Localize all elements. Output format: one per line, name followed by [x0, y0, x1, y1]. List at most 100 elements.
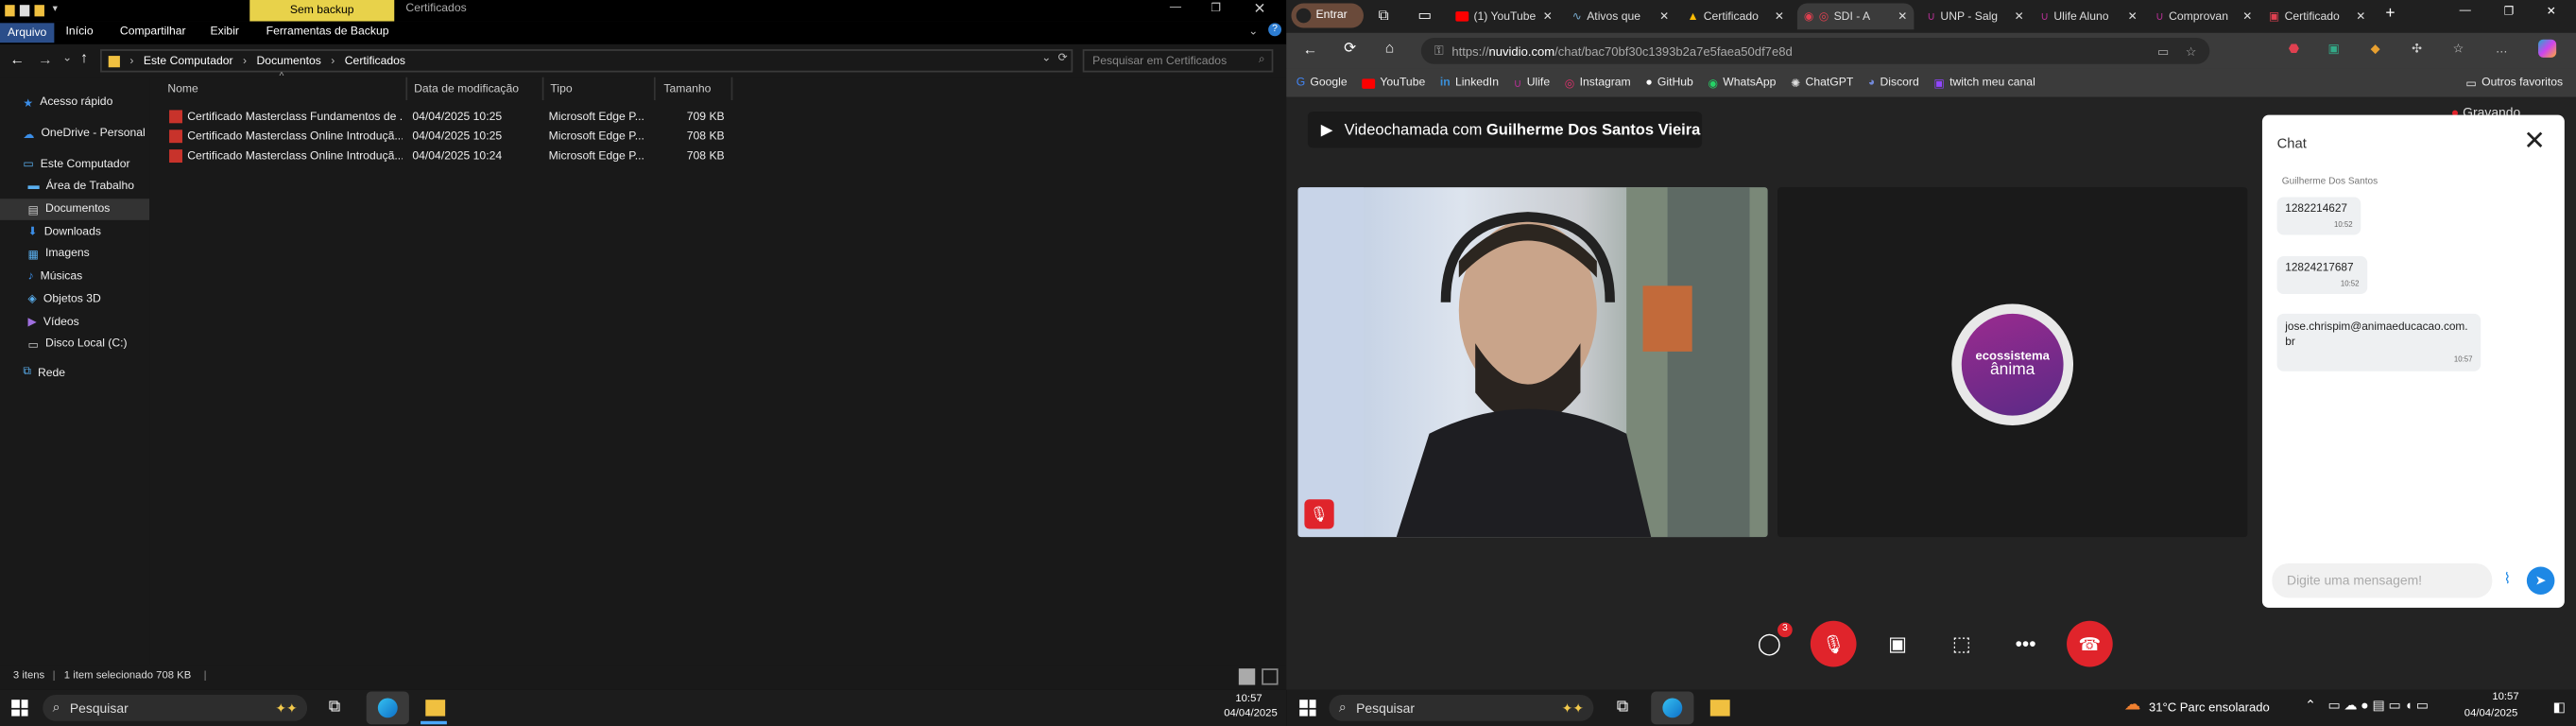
column-divider[interactable] — [541, 77, 544, 100]
column-header-type[interactable]: Tipo — [550, 84, 572, 95]
close-chat-icon[interactable]: ✕ — [2523, 125, 2545, 158]
clock-time[interactable]: 10:57 — [2492, 692, 2518, 703]
details-view-icon[interactable] — [1238, 668, 1256, 685]
nav-3d-objects[interactable]: ◈ Objetos 3D — [0, 288, 149, 311]
close-icon[interactable]: ✕ — [2242, 9, 2252, 23]
nav-documents[interactable]: ▤ Documentos — [0, 198, 150, 221]
extension-icon[interactable]: ◆ — [2371, 41, 2380, 56]
taskbar-search[interactable]: ⌕ Pesquisar ✦✦ — [43, 694, 308, 721]
bookmark-ulife[interactable]: ∪ Ulife — [1514, 77, 1550, 90]
tab-ativos[interactable]: ∿ Ativos que ✕ — [1566, 3, 1675, 29]
notifications-icon[interactable]: ◧ — [2553, 700, 2566, 715]
copilot-icon[interactable] — [2538, 39, 2557, 58]
screen-share-button[interactable]: ⬚ — [1938, 621, 1984, 667]
attach-icon[interactable]: ⌇ — [2504, 570, 2512, 588]
clock-date[interactable]: 04/04/2025 — [1224, 708, 1278, 719]
mute-button[interactable]: 🎙︎ — [1810, 620, 1857, 667]
windows-start-icon[interactable] — [1299, 700, 1316, 717]
taskbar-edge[interactable] — [1651, 691, 1694, 725]
taskbar-explorer[interactable] — [416, 692, 455, 725]
help-icon[interactable]: ? — [1268, 23, 1282, 37]
close-icon[interactable]: ✕ — [2015, 9, 2024, 23]
column-header-size[interactable]: Tamanho — [663, 84, 711, 95]
nav-quick-access[interactable]: ★ Acesso rápido — [0, 92, 149, 114]
taskbar-edge[interactable] — [366, 691, 409, 725]
ribbon-tab-compartilhar[interactable]: Compartilhar — [120, 26, 186, 38]
bookmark-youtube[interactable]: YouTube — [1362, 78, 1425, 89]
task-view-icon[interactable]: ⧉ — [1617, 698, 1628, 716]
screen-share-icon[interactable]: ▭ — [2157, 43, 2169, 59]
search-input[interactable]: Pesquisar em Certificados ⌕ — [1082, 49, 1274, 73]
tab-certificado[interactable]: ▣ Certificado ✕ — [2262, 3, 2372, 29]
close-icon[interactable]: ✕ — [1253, 0, 1265, 18]
workspaces-icon[interactable]: ⧉ — [1379, 7, 1389, 25]
other-favorites[interactable]: ▭ Outros favoritos — [2465, 77, 2563, 90]
bookmark-linkedin[interactable]: in LinkedIn — [1440, 78, 1499, 89]
close-icon[interactable]: ✕ — [1775, 9, 1784, 23]
new-tab-icon[interactable]: + — [2385, 5, 2395, 23]
task-view-icon[interactable]: ⧉ — [329, 698, 340, 716]
refresh-icon[interactable]: ⟳ — [1344, 40, 1356, 58]
close-icon[interactable]: ✕ — [1543, 9, 1553, 23]
favorites-icon[interactable]: ☆ — [2453, 41, 2464, 56]
breadcrumb[interactable]: › Este Computador › Documentos › Certifi… — [100, 49, 1073, 73]
ribbon-tab-arquivo[interactable]: Arquivo — [0, 23, 55, 43]
tab-sem-backup[interactable]: Sem backup — [249, 0, 395, 22]
clock-date[interactable]: 04/04/2025 — [2464, 708, 2518, 719]
tab-youtube[interactable]: (1) YouTube ✕ — [1449, 3, 1558, 29]
extension-icon[interactable]: ▣ — [2327, 41, 2339, 56]
back-icon[interactable]: ← — [9, 51, 25, 67]
extension-icon[interactable]: ⬣ — [2289, 41, 2299, 56]
up-icon[interactable]: ↑ — [80, 49, 88, 65]
nav-music[interactable]: ♪ Músicas — [0, 266, 149, 288]
tab-unp[interactable]: ∪ UNP - Salg ✕ — [1920, 3, 2030, 29]
nav-onedrive[interactable]: ☁ OneDrive - Personal — [0, 123, 149, 146]
maximize-icon[interactable]: ❐ — [1211, 2, 1221, 14]
nav-downloads[interactable]: ⬇ Downloads — [0, 221, 149, 244]
home-icon[interactable]: ⌂ — [1385, 40, 1394, 56]
taskbar-explorer[interactable] — [1700, 692, 1740, 725]
column-header-date[interactable]: Data de modificação — [414, 84, 519, 95]
chevron-down-icon[interactable]: ⌄ — [1041, 51, 1051, 64]
expand-ribbon-icon[interactable]: ⌄ — [1248, 25, 1258, 38]
bookmark-google[interactable]: G Google — [1297, 78, 1348, 89]
clock-time[interactable]: 10:57 — [1235, 693, 1262, 704]
more-options-button[interactable]: ••• — [2002, 621, 2049, 667]
more-options-icon[interactable]: … — [2496, 41, 2508, 56]
recent-locations-icon[interactable]: ⌄ — [62, 51, 72, 64]
nav-videos[interactable]: ▶ Vídeos — [0, 311, 149, 334]
minimize-icon[interactable]: — — [1170, 2, 1181, 13]
bookmark-chatgpt[interactable]: ✺ ChatGPT — [1791, 77, 1853, 90]
column-divider[interactable] — [730, 77, 733, 100]
weather-label[interactable]: 31°C Parc ensolarado — [2149, 700, 2270, 715]
tab-sdi-active[interactable]: ◉ ◎ SDI - A ✕ — [1796, 3, 1915, 30]
tab-ulife[interactable]: ∪ Ulife Aluno ✕ — [2034, 3, 2143, 29]
tab-certificado-drive[interactable]: ▲ Certificado ✕ — [1681, 3, 1791, 29]
bookmark-whatsapp[interactable]: ◉ WhatsApp — [1708, 77, 1776, 90]
close-icon[interactable]: ✕ — [1898, 9, 1907, 23]
chat-button[interactable]: ◯ 3 — [1746, 621, 1793, 667]
end-call-button[interactable]: ☎ — [2067, 620, 2113, 667]
send-button[interactable]: ➤ — [2526, 566, 2555, 595]
refresh-icon[interactable]: ⟳ — [1058, 51, 1068, 64]
bookmark-discord[interactable]: ◕ Discord — [1868, 78, 1919, 89]
bookmark-instagram[interactable]: ◎ Instagram — [1565, 77, 1631, 90]
favorite-star-icon[interactable]: ☆ — [2186, 43, 2197, 59]
nav-desktop[interactable]: ▬ Área de Trabalho — [0, 176, 149, 199]
file-row[interactable]: Certificado Masterclass Online Introduçã… — [163, 127, 730, 147]
nav-network[interactable]: ⧉ Rede — [0, 362, 149, 385]
ribbon-tab-ferramentas[interactable]: Ferramentas de Backup — [266, 26, 389, 38]
back-icon[interactable]: ← — [1303, 41, 1318, 57]
new-folder-icon[interactable] — [34, 5, 44, 17]
profile-button[interactable]: Entrar — [1291, 3, 1364, 28]
tab-comprovante[interactable]: ∪ Comprovan ✕ — [2149, 3, 2258, 29]
bookmark-github[interactable]: ● GitHub — [1645, 78, 1692, 89]
large-icons-view-icon[interactable] — [1262, 668, 1279, 685]
ribbon-tab-exibir[interactable]: Exibir — [211, 26, 239, 38]
file-row[interactable]: Certificado Masterclass Fundamentos de .… — [163, 107, 730, 127]
close-icon[interactable]: ✕ — [2356, 9, 2365, 23]
column-divider[interactable] — [405, 77, 408, 100]
bookmark-twitch[interactable]: ▣ twitch meu canal — [1933, 77, 2035, 90]
tray-icons[interactable]: ▭ ☁ ● ▤ ▭ ◖ ▭ — [2327, 698, 2428, 713]
close-icon[interactable]: ✕ — [2547, 5, 2556, 18]
